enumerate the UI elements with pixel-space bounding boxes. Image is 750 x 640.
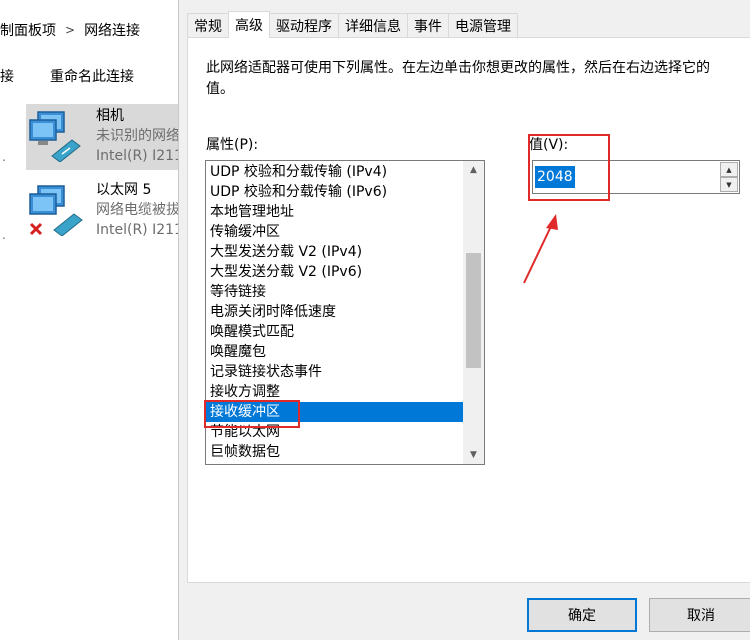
adapter-device: Intel(R) I211 [96, 148, 178, 164]
chevron-right-icon: > [65, 23, 76, 37]
tab-advanced[interactable]: 高级 [228, 11, 270, 38]
adapter-properties-dialog: 常规 高级 驱动程序 详细信息 事件 电源管理 此网络适配器可使用下列属性。在左… [178, 0, 750, 640]
adapter-name: 相机 [96, 108, 124, 124]
network-adapter-disconnected-icon [29, 185, 83, 236]
tab-driver[interactable]: 驱动程序 [269, 13, 339, 37]
rename-connection-button[interactable]: 重命名此连接 [50, 66, 134, 86]
network-adapter-camera[interactable]: 相机 未识别的网络 Intel(R) I211 [26, 104, 178, 170]
annotation-arrow-icon [523, 214, 558, 284]
adapter-status: 网络电缆被拔出 [96, 202, 178, 218]
overflow-dot: . [2, 150, 6, 164]
overflow-dot: . [2, 228, 6, 242]
adapter-device: Intel(R) I211 [96, 222, 178, 238]
tab-power-management[interactable]: 电源管理 [448, 13, 518, 37]
adapter-name: 以太网 5 [96, 182, 152, 198]
network-adapter-icon [29, 111, 81, 162]
tab-events[interactable]: 事件 [407, 13, 449, 37]
connect-button[interactable]: 连接 [0, 66, 14, 86]
adapter-status: 未识别的网络 [96, 128, 178, 144]
breadcrumb: 控制面板项 > 网络连接 [0, 12, 140, 48]
breadcrumb-network-connections[interactable]: 网络连接 [84, 20, 140, 40]
ok-button[interactable]: 确定 [527, 598, 637, 632]
breadcrumb-control-panel[interactable]: 控制面板项 [0, 20, 56, 40]
cancel-button[interactable]: 取消 [649, 598, 750, 632]
tab-general[interactable]: 常规 [187, 13, 229, 37]
dialog-tabs: 常规 高级 驱动程序 详细信息 事件 电源管理 [187, 11, 518, 38]
network-connections-window: 控制面板项 > 网络连接 连接 重命名此连接 . . 相机 未识别的网络 Int… [0, 0, 178, 640]
explorer-toolbar: 连接 重命名此连接 [0, 60, 170, 92]
tab-details[interactable]: 详细信息 [338, 13, 408, 37]
advanced-tab-panel: 此网络适配器可使用下列属性。在左边单击你想更改的属性，然后在右边选择它的值。 属… [187, 37, 750, 583]
network-adapter-ethernet-5[interactable]: 以太网 5 网络电缆被拔出 Intel(R) I211 [26, 178, 178, 244]
